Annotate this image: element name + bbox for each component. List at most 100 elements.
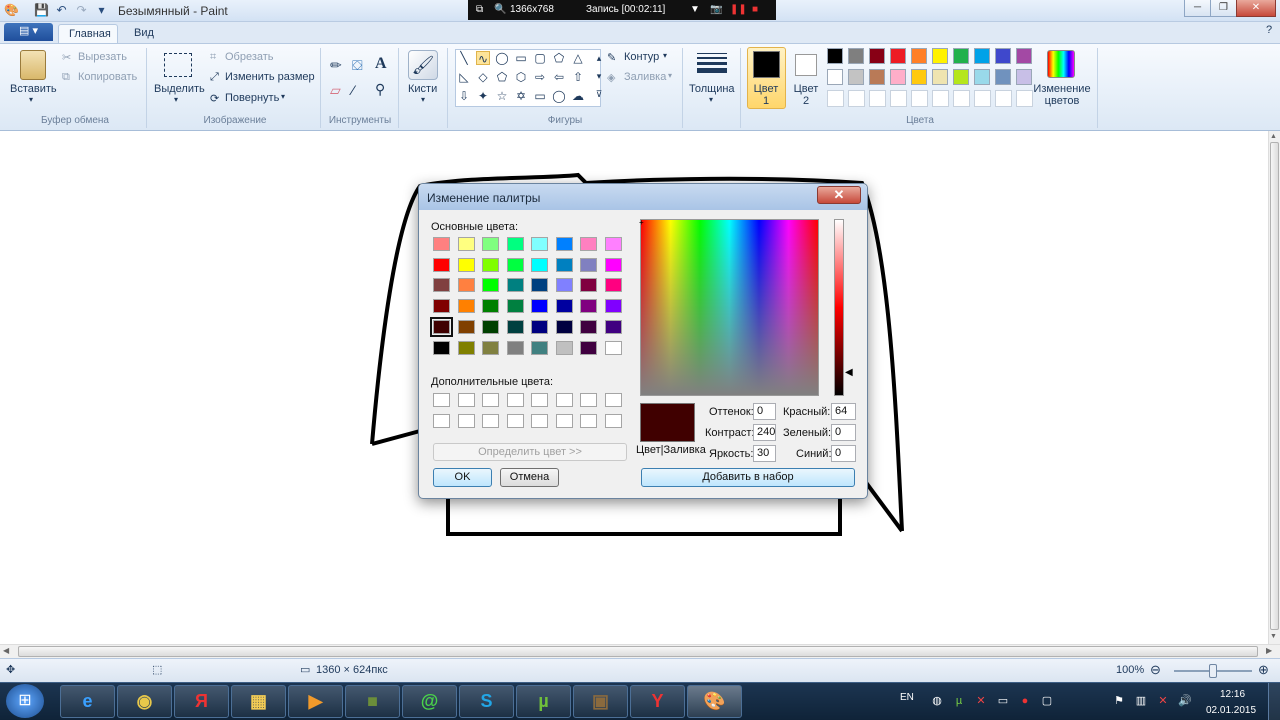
minecraft-taskbar-icon[interactable]: ■: [345, 685, 400, 718]
palette-color-swatch[interactable]: [995, 48, 1011, 64]
tray-network-icon[interactable]: ✕: [974, 694, 988, 708]
rectangle-shape-icon[interactable]: ▭: [514, 51, 528, 65]
basic-color-swatch[interactable]: [457, 257, 475, 272]
tray-window-icon[interactable]: ▢: [1040, 694, 1054, 708]
empty-palette-slot[interactable]: [911, 90, 928, 107]
palette-color-swatch[interactable]: [869, 48, 885, 64]
vertical-scrollbar[interactable]: ▲ ▼: [1268, 131, 1280, 644]
start-button[interactable]: ⊞: [6, 684, 44, 718]
palette-color-swatch[interactable]: [911, 48, 927, 64]
basic-color-swatch[interactable]: [433, 340, 450, 355]
custom-color-swatch[interactable]: [555, 414, 573, 428]
pencil-icon[interactable]: ✏: [330, 57, 342, 74]
luminance-slider[interactable]: [834, 219, 844, 396]
palette-color-swatch[interactable]: [827, 48, 843, 64]
tab-view[interactable]: Вид: [124, 24, 164, 44]
basic-color-swatch[interactable]: [580, 237, 597, 251]
basic-color-swatch[interactable]: [482, 319, 499, 334]
outline-button[interactable]: Контур: [624, 51, 659, 63]
zoom-out-icon[interactable]: ⊖: [1150, 662, 1161, 678]
four-point-star-shape-icon[interactable]: ✦: [476, 89, 490, 103]
tray-display-icon[interactable]: ▭: [996, 694, 1010, 708]
pentagon-shape-icon[interactable]: ⬠: [495, 70, 509, 84]
palette-color-swatch[interactable]: [932, 69, 948, 85]
rounded-callout-shape-icon[interactable]: ▭: [533, 89, 547, 103]
palette-color-swatch[interactable]: [827, 69, 843, 85]
red-input[interactable]: 64: [831, 403, 856, 420]
thickness-dropdown-icon[interactable]: ▾: [709, 95, 713, 104]
basic-color-swatch[interactable]: [555, 340, 573, 355]
custom-color-swatch[interactable]: [433, 393, 450, 407]
zoom-slider-thumb[interactable]: [1209, 664, 1217, 678]
palette-color-swatch[interactable]: [953, 48, 969, 64]
palette-color-swatch[interactable]: [974, 69, 990, 85]
palette-color-swatch[interactable]: [890, 48, 906, 64]
dialog-close-button[interactable]: ✕: [817, 186, 861, 204]
blue-input[interactable]: 0: [831, 445, 856, 462]
palette-color-swatch[interactable]: [890, 69, 906, 85]
basic-color-swatch[interactable]: [531, 340, 548, 355]
select-icon[interactable]: [164, 53, 192, 77]
scroll-right-icon[interactable]: ▶: [1266, 646, 1272, 655]
empty-palette-slot[interactable]: [995, 90, 1012, 107]
tray-flag-icon[interactable]: ⚑: [1112, 694, 1126, 708]
clock-time[interactable]: 12:16: [1220, 689, 1245, 700]
basic-color-swatch[interactable]: [430, 316, 453, 337]
down-arrow-shape-icon[interactable]: ⇩: [457, 89, 471, 103]
horizontal-scroll-thumb[interactable]: [18, 646, 1258, 657]
utorrent-taskbar-icon[interactable]: µ: [516, 685, 571, 718]
custom-color-swatch[interactable]: [555, 393, 573, 407]
language-indicator[interactable]: EN: [900, 692, 914, 703]
mail-agent-taskbar-icon[interactable]: @: [402, 685, 457, 718]
custom-color-swatch[interactable]: [482, 393, 499, 407]
stop-icon[interactable]: ■: [752, 4, 758, 15]
empty-palette-slot[interactable]: [890, 90, 907, 107]
thickness-button[interactable]: Толщина: [689, 83, 735, 95]
zoom-in-icon[interactable]: ⊕: [1258, 662, 1269, 678]
empty-palette-slot[interactable]: [1016, 90, 1033, 107]
yandex-browser-taskbar-icon[interactable]: Y: [630, 685, 685, 718]
vertical-scroll-thumb[interactable]: [1270, 142, 1279, 630]
basic-color-swatch[interactable]: [580, 257, 597, 272]
shapes-more-icon[interactable]: ⊽: [592, 87, 606, 101]
thickness-icon[interactable]: [697, 53, 727, 75]
custom-color-swatch[interactable]: [531, 414, 548, 428]
rotate-button[interactable]: Повернуть: [225, 92, 279, 104]
oval-callout-shape-icon[interactable]: ◯: [552, 89, 566, 103]
shapes-scroll-up-icon[interactable]: ▴: [592, 51, 606, 65]
shapes-scroll-down-icon[interactable]: ▾: [592, 69, 606, 83]
maximize-button[interactable]: ❐: [1210, 0, 1237, 17]
scroll-up-icon[interactable]: ▲: [1270, 133, 1277, 140]
palette-color-swatch[interactable]: [932, 48, 948, 64]
left-arrow-shape-icon[interactable]: ⇦: [552, 70, 566, 84]
basic-color-swatch[interactable]: [555, 257, 573, 272]
custom-color-swatch[interactable]: [433, 414, 450, 428]
up-arrow-shape-icon[interactable]: ⇧: [571, 70, 585, 84]
basic-color-swatch[interactable]: [506, 237, 524, 251]
basic-color-swatch[interactable]: [604, 299, 622, 314]
basic-color-swatch[interactable]: [506, 257, 524, 272]
basic-color-swatch[interactable]: [531, 237, 548, 251]
polygon-shape-icon[interactable]: ⬠: [552, 51, 566, 65]
save-icon[interactable]: 💾: [34, 3, 49, 18]
file-menu-button[interactable]: ▤ ▾: [4, 23, 53, 41]
basic-color-swatch[interactable]: [457, 237, 475, 251]
basic-color-swatch[interactable]: [506, 340, 524, 355]
scroll-down-icon[interactable]: ▼: [1270, 633, 1277, 640]
custom-color-swatch[interactable]: [482, 414, 499, 428]
edit-colors-icon[interactable]: [1047, 50, 1075, 78]
customize-quick-access-icon[interactable]: ▾: [94, 3, 109, 18]
hue-input[interactable]: 0: [753, 403, 776, 420]
triangle-shape-icon[interactable]: △: [571, 51, 585, 65]
line-shape-icon[interactable]: ╲: [457, 51, 471, 65]
basic-color-swatch[interactable]: [580, 278, 597, 293]
paste-dropdown-icon[interactable]: ▾: [29, 95, 33, 104]
right-arrow-shape-icon[interactable]: ⇨: [533, 70, 547, 84]
custom-color-swatch[interactable]: [457, 414, 475, 428]
volume-icon[interactable]: 🔊: [1178, 694, 1192, 708]
paint-taskbar-icon[interactable]: 🎨: [687, 685, 742, 718]
eraser-icon[interactable]: ▱: [330, 82, 341, 99]
palette-color-swatch[interactable]: [974, 48, 990, 64]
redo-icon[interactable]: ↷: [74, 3, 89, 18]
basic-color-swatch[interactable]: [433, 278, 450, 293]
